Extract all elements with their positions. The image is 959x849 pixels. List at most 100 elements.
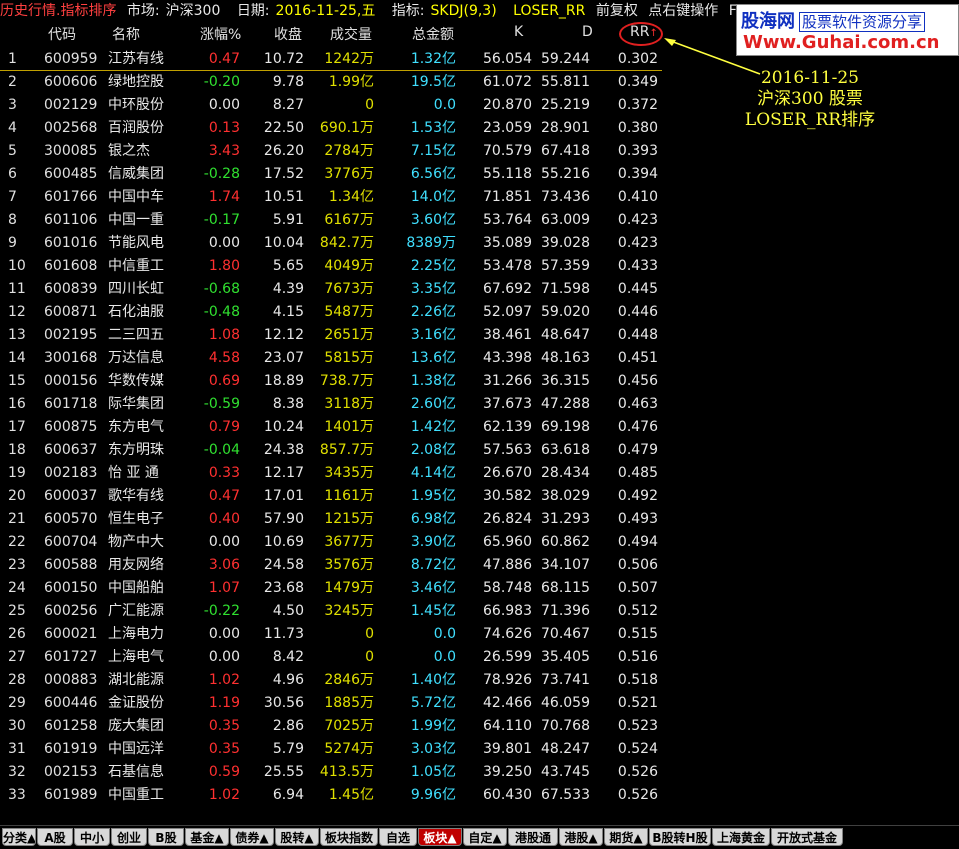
- header-close[interactable]: 收盘: [274, 24, 302, 44]
- tab-item[interactable]: A股: [37, 828, 73, 846]
- table-row[interactable]: 4 002568 百润股份 0.13 22.50 690.1万 1.53亿 23.059 28.…: [0, 117, 670, 140]
- tab-item[interactable]: B股转H股: [649, 828, 711, 846]
- table-row[interactable]: 30 601258 庞大集团 0.35 2.86 7025万 1.99亿 64.110 70.7…: [0, 715, 670, 738]
- table-row[interactable]: 33 601989 中国重工 1.02 6.94 1.45亿 9.96亿 60.430 67.5…: [0, 784, 670, 807]
- tab-item[interactable]: 基金▲: [185, 828, 229, 846]
- market-value[interactable]: 沪深300: [166, 3, 221, 19]
- amount-value: 3.46: [410, 580, 442, 596]
- row-index: 10: [8, 258, 26, 274]
- volume: 1161万: [324, 485, 374, 508]
- table-row[interactable]: 32 002153 石基信息 0.59 25.55 413.5万 1.05亿 39.250 43…: [0, 761, 670, 784]
- table-row[interactable]: 20 600037 歌华有线 0.47 17.01 1161万 1.95亿 30.582 38.…: [0, 485, 670, 508]
- adjust-mode[interactable]: 前复权: [596, 3, 638, 19]
- tab-item[interactable]: 创业: [111, 828, 147, 846]
- change-percent: 3.06: [208, 557, 240, 573]
- indicator-value[interactable]: SKDJ(9,3): [431, 3, 497, 19]
- volume-unit: 万: [360, 511, 374, 527]
- table-row[interactable]: 6 600485 信威集团 -0.28 17.52 3776万 6.56亿 55.118 55.…: [0, 163, 670, 186]
- rr-value: 0.393: [617, 143, 658, 159]
- tab-item[interactable]: 分类▲: [2, 828, 36, 846]
- table-row[interactable]: 28 000883 湖北能源 1.02 4.96 2846万 1.40亿 78.926 73.7…: [0, 669, 670, 692]
- volume: 3576万: [324, 554, 374, 577]
- table-row[interactable]: 9 601016 节能风电 0.00 10.04 842.7万 8389万 35.089 39.…: [0, 232, 670, 255]
- table-row[interactable]: 27 601727 上海电气 0.00 8.42 0 0.0 26.599 35.405 0.51…: [0, 646, 670, 669]
- stock-code: 002153: [44, 764, 98, 780]
- table-row[interactable]: 1 600959 江苏有线 0.47 10.72 1242万 1.32亿 56.054 59.2…: [0, 48, 670, 71]
- tab-item[interactable]: 港股通: [508, 828, 558, 846]
- header-k[interactable]: K: [514, 24, 523, 40]
- volume-unit: 万: [360, 718, 374, 734]
- table-row[interactable]: 26 600021 上海电力 0.00 11.73 0 0.0 74.626 70.467 0.5…: [0, 623, 670, 646]
- amount-value: 0.0: [433, 649, 456, 665]
- volume: 1479万: [324, 577, 374, 600]
- rr-value: 0.372: [617, 97, 658, 113]
- stock-name: 歌华有线: [108, 488, 164, 504]
- table-row[interactable]: 2 600606 绿地控股 -0.20 9.78 1.99亿 19.5亿 61.072 55.8…: [0, 71, 670, 94]
- table-row[interactable]: 10 601608 中信重工 1.80 5.65 4049万 2.25亿 53.478 57.3…: [0, 255, 670, 278]
- table-row[interactable]: 25 600256 广汇能源 -0.22 4.50 3245万 1.45亿 66.983 71.…: [0, 600, 670, 623]
- header-amount[interactable]: 总金额: [412, 24, 454, 44]
- formula-name[interactable]: LOSER_RR: [513, 3, 585, 19]
- table-row[interactable]: 21 600570 恒生电子 0.40 57.90 1215万 6.98亿 26.824 31.…: [0, 508, 670, 531]
- amount: 1.40亿: [411, 669, 456, 692]
- tab-item[interactable]: 期货▲: [604, 828, 648, 846]
- tab-item[interactable]: 上海黄金: [712, 828, 770, 846]
- tab-item[interactable]: 自定▲: [463, 828, 507, 846]
- close-price: 8.27: [272, 97, 304, 113]
- close-price: 9.78: [272, 74, 304, 90]
- table-row[interactable]: 13 002195 二三四五 1.08 12.12 2651万 3.16亿 38.461 48.…: [0, 324, 670, 347]
- table-row[interactable]: 12 600871 石化油服 -0.48 4.15 5487万 2.26亿 52.097 59.…: [0, 301, 670, 324]
- table-row[interactable]: 17 600875 东方电气 0.79 10.24 1401万 1.42亿 62.139 69.…: [0, 416, 670, 439]
- tab-item[interactable]: B股: [148, 828, 184, 846]
- k-value: 31.266: [483, 373, 532, 389]
- table-row[interactable]: 29 600446 金证股份 1.19 30.56 1885万 5.72亿 42.466 46.…: [0, 692, 670, 715]
- tab-item[interactable]: 开放式基金: [771, 828, 843, 846]
- header-change[interactable]: 涨幅%: [200, 24, 241, 44]
- table-row[interactable]: 16 601718 际华集团 -0.59 8.38 3118万 2.60亿 37.673 47.…: [0, 393, 670, 416]
- tab-item[interactable]: 自选: [379, 828, 417, 846]
- row-index: 4: [8, 120, 17, 136]
- amount-unit: 亿: [442, 442, 456, 458]
- tab-item[interactable]: 港股▲: [559, 828, 603, 846]
- change-percent: 0.47: [208, 51, 240, 67]
- tab-item[interactable]: 中小: [74, 828, 110, 846]
- table-row[interactable]: 19 002183 怡 亚 通 0.33 12.17 3435万 4.14亿 26.670 28…: [0, 462, 670, 485]
- header-d[interactable]: D: [582, 24, 593, 40]
- row-index: 8: [8, 212, 17, 228]
- table-row[interactable]: 23 600588 用友网络 3.06 24.58 3576万 8.72亿 47.886 34.…: [0, 554, 670, 577]
- date-value[interactable]: 2016-11-25,五: [276, 3, 376, 19]
- table-row[interactable]: 14 300168 万达信息 4.58 23.07 5815万 13.6亿 43.398 48.…: [0, 347, 670, 370]
- row-index: 1: [8, 51, 17, 67]
- amount-value: 4.14: [410, 465, 442, 481]
- rr-value: 0.410: [617, 189, 658, 205]
- header-code[interactable]: 代码: [48, 24, 76, 44]
- table-row[interactable]: 7 601766 中国中车 1.74 10.51 1.34亿 14.0亿 71.851 73.4…: [0, 186, 670, 209]
- table-row[interactable]: 24 600150 中国船舶 1.07 23.68 1479万 3.46亿 58.748 68.…: [0, 577, 670, 600]
- table-row[interactable]: 8 601106 中国一重 -0.17 5.91 6167万 3.60亿 53.764 63.0…: [0, 209, 670, 232]
- d-value: 31.293: [541, 511, 590, 527]
- row-index: 30: [8, 718, 26, 734]
- tab-item[interactable]: 股转▲: [275, 828, 319, 846]
- amount-value: 3.03: [410, 741, 442, 757]
- header-volume[interactable]: 成交量: [330, 24, 372, 44]
- tab-item[interactable]: 债券▲: [230, 828, 274, 846]
- table-row[interactable]: 31 601919 中国远洋 0.35 5.79 5274万 3.03亿 39.801 48.2…: [0, 738, 670, 761]
- amount-value: 3.60: [410, 212, 442, 228]
- table-row[interactable]: 5 300085 银之杰 3.43 26.20 2784万 7.15亿 70.579 67.41…: [0, 140, 670, 163]
- change-percent: 1.07: [208, 580, 240, 596]
- table-row[interactable]: 15 000156 华数传媒 0.69 18.89 738.7万 1.38亿 31.266 36…: [0, 370, 670, 393]
- rr-value: 0.526: [617, 764, 658, 780]
- volume: 3435万: [324, 462, 374, 485]
- stock-name: 庞大集团: [108, 718, 164, 734]
- site-logo: 股海网 股票软件资源分享 Www.Guhai.com.cn: [736, 4, 959, 56]
- tab-item[interactable]: 板块指数: [320, 828, 378, 846]
- amount-unit: 亿: [442, 281, 456, 297]
- table-row[interactable]: 3 002129 中环股份 0.00 8.27 0 0.0 20.870 25.219 0.372: [0, 94, 670, 117]
- header-name[interactable]: 名称: [112, 24, 140, 44]
- tab-item[interactable]: 板块▲: [418, 828, 462, 846]
- table-row[interactable]: 22 600704 物产中大 0.00 10.69 3677万 3.90亿 65.960 60.…: [0, 531, 670, 554]
- table-row[interactable]: 18 600637 东方明珠 -0.04 24.38 857.7万 2.08亿 57.563 6…: [0, 439, 670, 462]
- stock-name: 恒生电子: [108, 511, 164, 527]
- table-row[interactable]: 11 600839 四川长虹 -0.68 4.39 7673万 3.35亿 67.692 71.…: [0, 278, 670, 301]
- k-value: 62.139: [483, 419, 532, 435]
